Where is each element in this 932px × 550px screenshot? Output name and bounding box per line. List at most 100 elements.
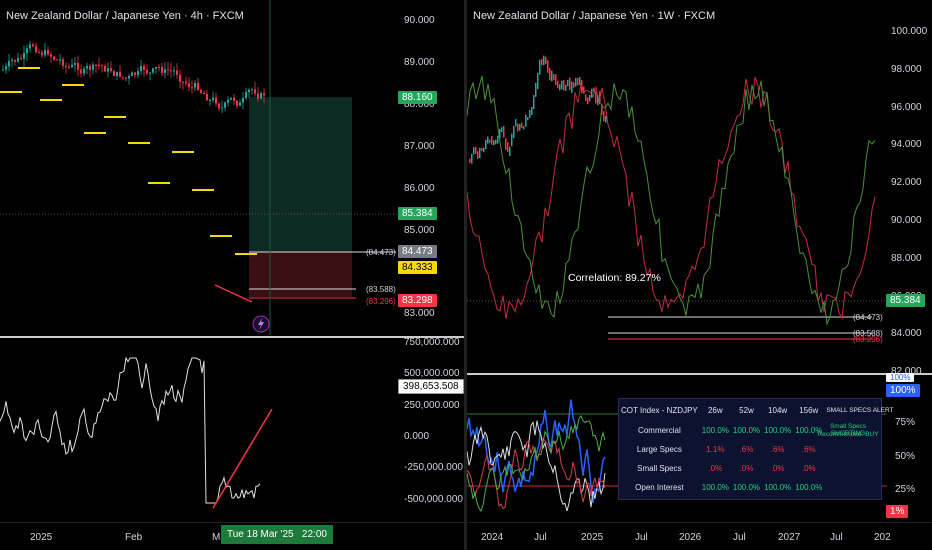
correlation-label: Correlation: 89.27% [568,272,661,284]
candle-body [26,48,28,54]
candle-body [579,77,581,85]
right-pane-separator[interactable] [467,373,932,375]
level1-label: (84.473) [366,248,396,257]
candle-body [569,77,571,91]
candle-body [104,65,106,72]
left-chart-pane[interactable]: New Zealand Dollar / Japanese Yen · 4h ·… [0,0,464,550]
candle-body [583,86,585,94]
left-price-tick: 85.000 [404,224,435,236]
candle-body [29,44,31,49]
right-time-axis[interactable]: 2024 Jul 2025 Jul 2026 Jul 2027 Jul 202 [467,522,932,550]
candle-body [585,94,587,102]
candle-body [565,84,567,91]
right-candles [469,55,607,164]
candle-body [128,75,130,79]
candle-body [581,79,583,94]
candle-body [236,100,238,106]
left-indicator-tick: -500,000.000 [404,493,463,505]
candle-body [545,56,547,65]
candle-body [473,147,475,155]
candle-body [573,82,575,88]
right-price-tick: 98.000 [891,63,922,75]
left-indicator-plot[interactable] [0,338,400,518]
candle-body [98,64,100,66]
left-time-axis[interactable]: 2025 Feb Mar Tue 18 Mar '25 22:00 [0,522,464,550]
cot-index-table: COT Index - NZDJPY 26w 52w 104w 156w SMA… [618,398,894,500]
candle-body [86,66,88,69]
candle-body [68,66,70,68]
candle-body [559,84,561,91]
candle-body [143,66,145,70]
candle-body [146,69,148,74]
candle-body [74,62,76,65]
candle-body [248,89,250,93]
candle-body [134,72,136,75]
left-price-plot[interactable] [0,0,400,335]
left-indicator-tick: 0.000 [404,430,430,442]
candle-body [541,59,543,66]
candle-body [515,119,517,127]
candle-body [513,125,515,139]
left-indicator-tick: 250,000.000 [404,399,460,411]
candle-body [125,77,127,79]
candle-body [529,109,531,118]
candle-body [605,115,607,123]
candle-body [597,95,599,106]
right-price-tick: 96.000 [891,101,922,113]
candle-body [137,71,139,75]
candle-body [119,71,121,77]
candle-body [495,139,497,145]
candle-body [35,46,37,52]
candle-body [5,66,7,70]
candle-body [200,89,202,93]
candle-body [11,59,13,62]
candle-body [483,147,485,153]
candle-body [65,65,67,67]
candle-body [507,142,509,152]
profit-zone [249,97,352,252]
candle-body [140,66,142,72]
right-price-tick: 94.000 [891,139,922,151]
candle-body [185,81,187,84]
candle-body [595,91,597,104]
candle-body [587,97,589,105]
candle-body [194,83,196,88]
candle-body [203,92,205,95]
candle-body [53,56,55,60]
left-indicator-tick: -250,000.000 [404,462,463,474]
candle-body [475,146,477,154]
candle-body [92,64,94,70]
candle-body [260,93,262,99]
right-indicator-tick: 75% [895,417,916,428]
right-bottom-tag: 1% [886,505,909,518]
candle-body [499,128,501,139]
lightning-icon[interactable] [252,315,270,333]
candle-body [481,148,483,152]
right-level3-label: (83.296) [853,335,883,344]
candle-body [527,117,529,121]
candle-body [549,67,551,81]
candle-body [170,70,172,72]
candle-body [83,68,85,74]
candle-body [523,126,525,130]
candle-body [503,125,505,138]
left-candles [2,41,265,113]
right-price-tick: 88.000 [891,252,922,264]
candle-body [113,71,115,76]
candle-body [8,61,10,67]
candle-body [593,87,595,92]
candle-body [469,158,471,163]
candle-body [511,133,513,147]
candle-body [215,97,217,104]
left-indicator-tick: 750,000.000 [404,337,460,348]
candle-body [509,146,511,157]
candle-body [155,67,157,69]
candle-body [567,79,569,87]
candle-body [557,80,559,89]
right-price-plot[interactable] [467,0,887,372]
right-level1-label: (84.473) [853,313,883,322]
candle-body [89,66,91,70]
candle-body [161,67,163,73]
candle-body [263,93,265,96]
right-indicator-tick: 25% [895,484,916,495]
